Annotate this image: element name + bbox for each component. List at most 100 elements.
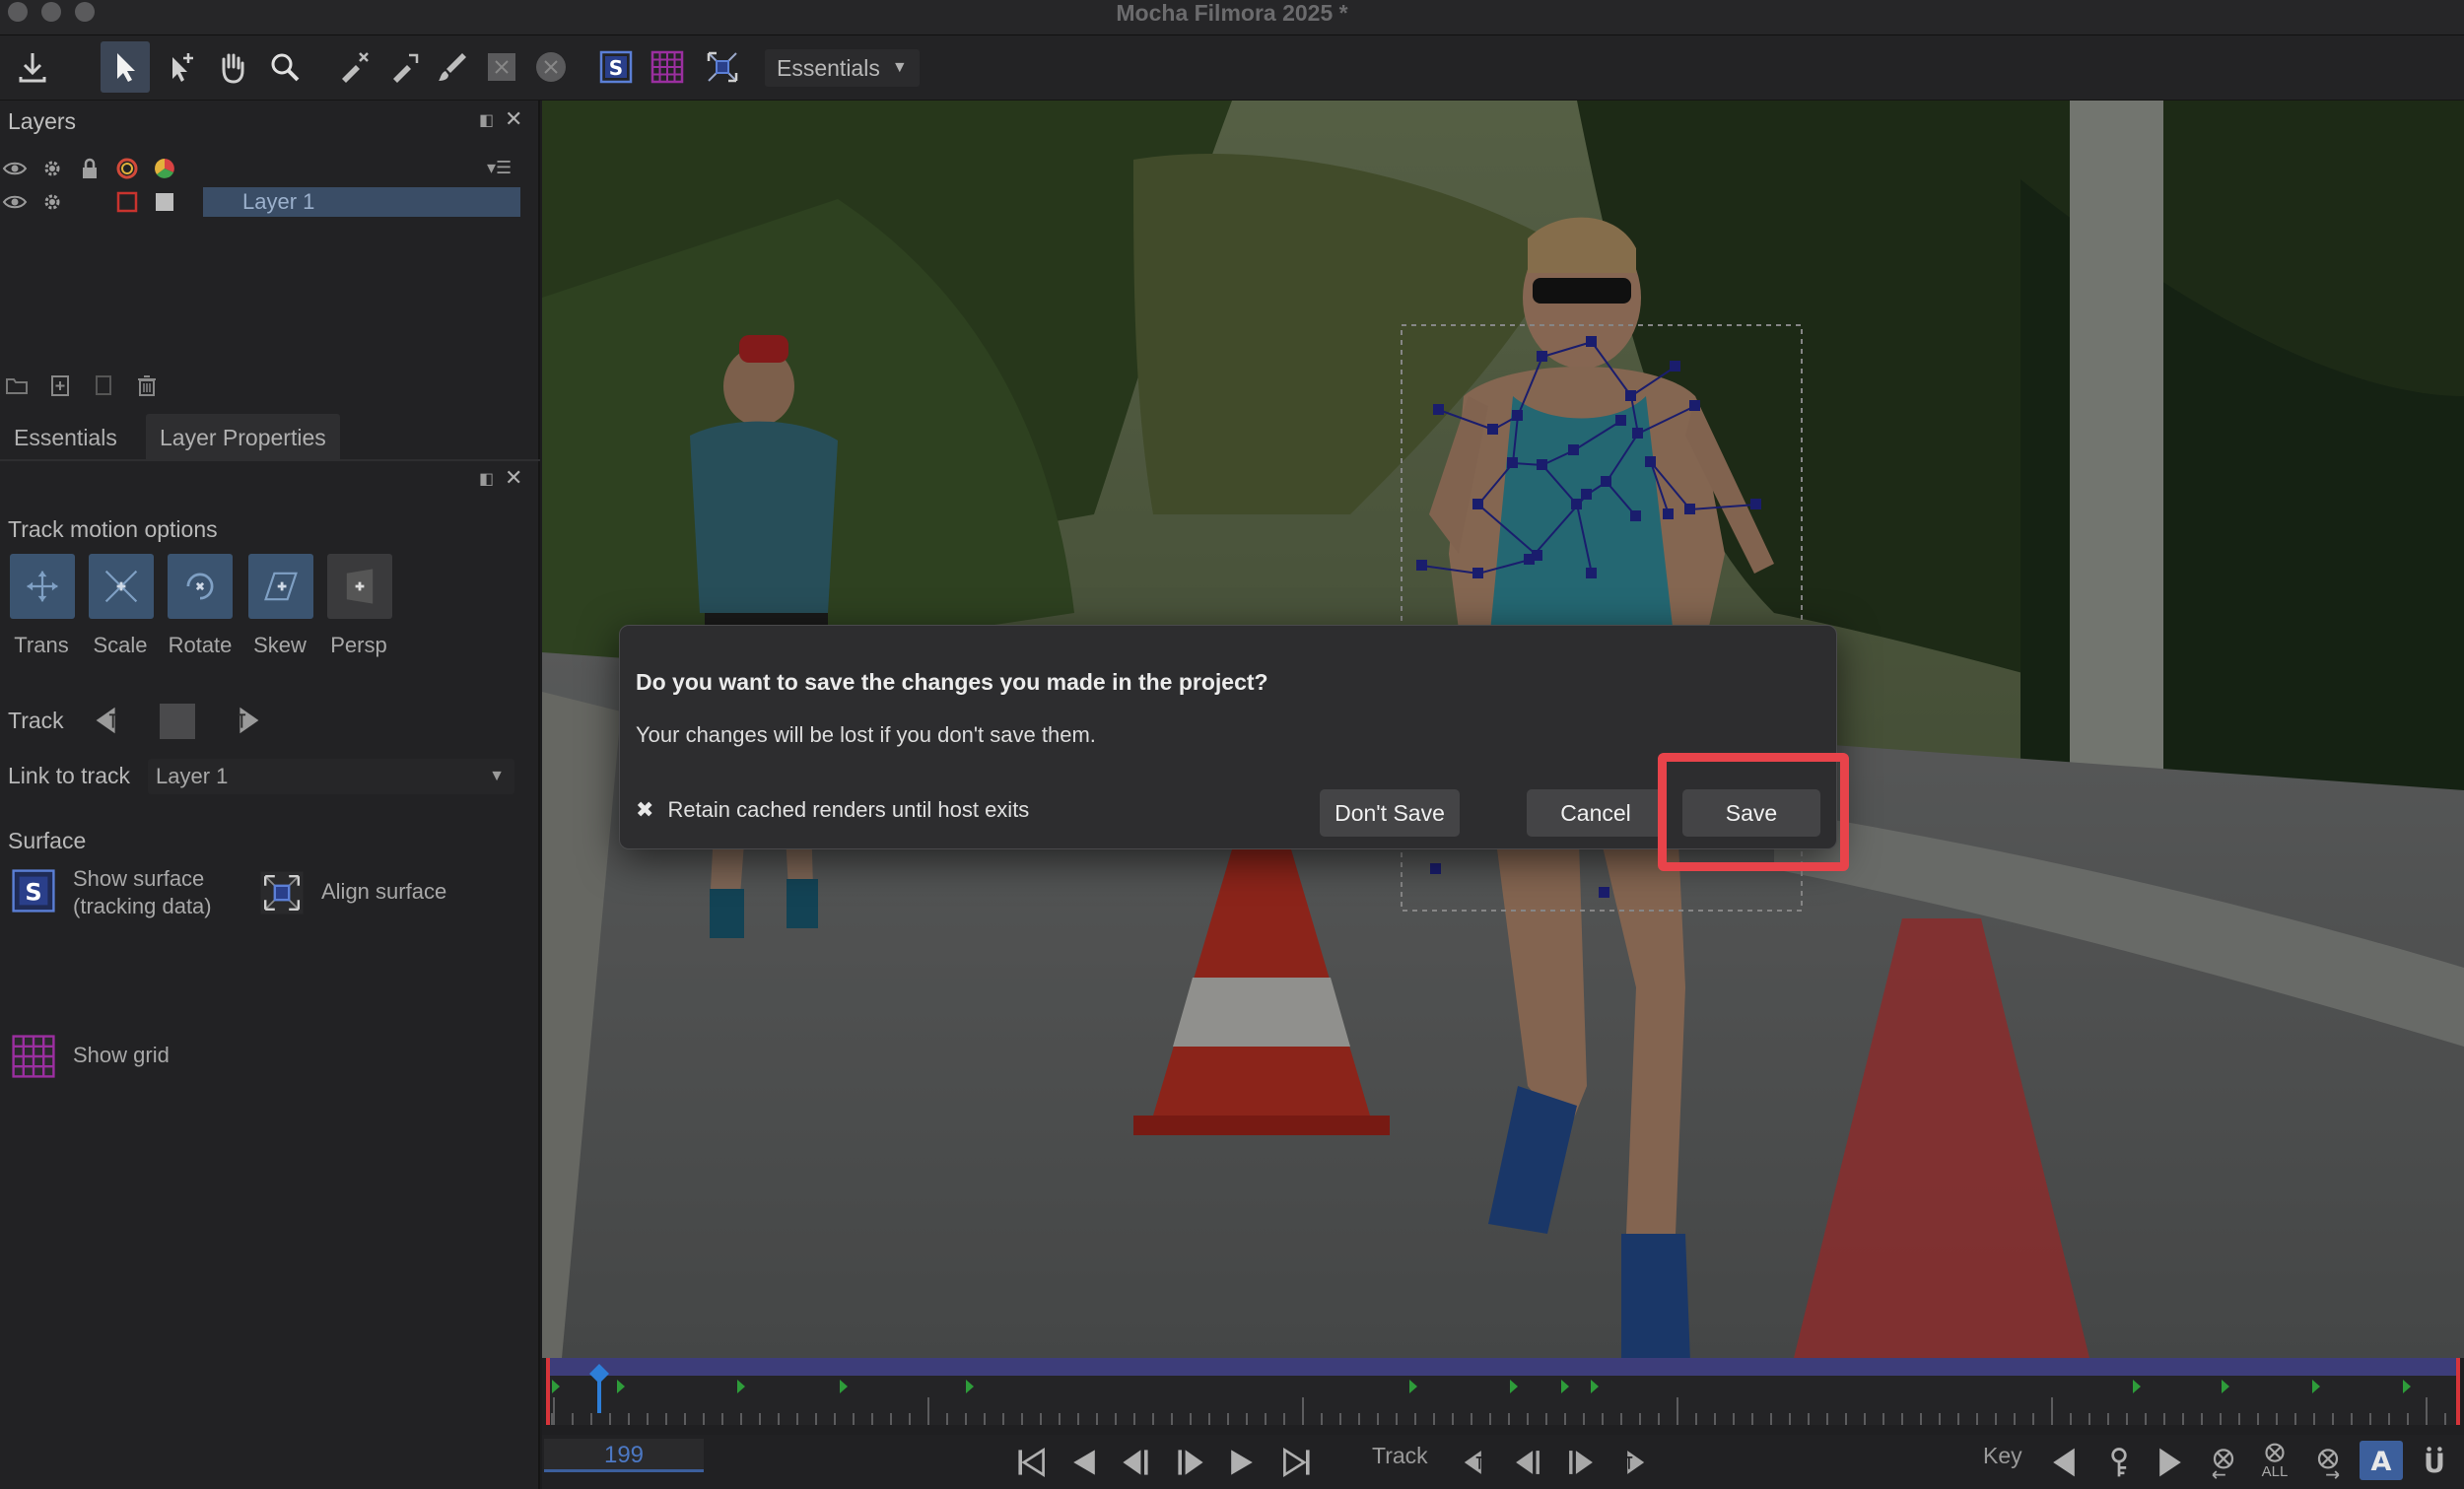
lock-icon[interactable] <box>77 156 103 181</box>
float-properties-icon[interactable]: ◧ <box>479 469 494 489</box>
chevron-down-icon: ▼ <box>891 59 908 76</box>
update-keyframe-button[interactable]: U <box>2413 1443 2456 1482</box>
add-point-tool-button[interactable] <box>156 41 205 93</box>
layer-menu-icon[interactable]: ▾☰ <box>487 158 512 178</box>
play-reverse-icon <box>1073 1450 1095 1475</box>
transport-track-step-forward-button[interactable] <box>1559 1443 1603 1482</box>
play-forwards-button[interactable] <box>1220 1443 1264 1482</box>
delete-all-keyframes-button[interactable]: ALL <box>2253 1441 2296 1480</box>
link-to-track-dropdown[interactable]: Layer 1 ▼ <box>148 759 514 794</box>
show-grid-button[interactable] <box>10 1033 57 1085</box>
delete-keyframe-left-button[interactable] <box>2202 1443 2245 1482</box>
layer-visibility-icon[interactable] <box>2 189 28 215</box>
add-layer-icon[interactable] <box>47 372 73 398</box>
ellipse-tool-button[interactable] <box>526 41 576 93</box>
dont-save-button[interactable]: Don't Save <box>1320 789 1460 837</box>
hand-icon <box>222 53 244 84</box>
save-changes-dialog: Do you want to save the changes you made… <box>619 625 1837 849</box>
trans-toggle-button[interactable] <box>10 554 75 619</box>
timeline-ruler[interactable] <box>542 1358 2464 1435</box>
brush-icon <box>439 53 466 81</box>
delete-keyframe-right-button[interactable] <box>2306 1443 2350 1482</box>
align-surface-button[interactable] <box>258 869 306 921</box>
link-to-track-label: Link to track <box>8 763 130 788</box>
select-tool-button[interactable] <box>101 41 150 93</box>
show-grid-toolbar-button[interactable] <box>643 41 692 93</box>
skew-toggle-button[interactable] <box>248 554 313 619</box>
arrow-pointer-icon <box>117 53 135 82</box>
update-u-icon: U <box>2424 1447 2445 1479</box>
stop-tracking-button[interactable] <box>160 704 195 739</box>
layer-matte-icon[interactable] <box>114 189 140 215</box>
layer-cog-icon[interactable] <box>39 189 65 215</box>
svg-text:U: U <box>2424 1449 2445 1479</box>
rotate-toggle-button[interactable] <box>168 554 233 619</box>
show-surface-toolbar-button[interactable]: S <box>591 41 641 93</box>
surface-title: Surface <box>8 828 87 853</box>
retain-cache-checkbox[interactable]: ✖ Retain cached renders until host exits <box>636 797 1029 823</box>
transport-track-backwards-button[interactable] <box>1453 1443 1496 1482</box>
step-forward-button[interactable] <box>1169 1443 1212 1482</box>
new-folder-icon[interactable] <box>4 372 30 398</box>
close-properties-icon[interactable]: ✕ <box>505 465 522 491</box>
download-icon <box>19 53 46 83</box>
skew-icon <box>264 572 298 601</box>
magnifier-icon <box>271 53 300 82</box>
layer-list-item[interactable]: Layer 1 <box>203 187 520 217</box>
transport-track-label: Track <box>1372 1443 1428 1468</box>
delete-keyframe-left-icon <box>2212 1449 2234 1479</box>
surface-s-icon: S <box>599 50 633 84</box>
add-keyframe-button[interactable] <box>2097 1443 2141 1482</box>
step-backward-button[interactable] <box>1114 1443 1157 1482</box>
delete-all-label: ALL <box>2261 1463 2289 1480</box>
next-keyframe-button[interactable] <box>2149 1443 2192 1482</box>
skew-label: Skew <box>253 633 307 657</box>
trash-icon[interactable] <box>134 372 160 398</box>
cancel-button[interactable]: Cancel <box>1527 789 1665 837</box>
transport-track-forwards-button[interactable] <box>1612 1443 1656 1482</box>
track-forwards-icon <box>238 707 259 734</box>
show-surface-button[interactable]: S <box>10 867 57 919</box>
align-surface-toolbar-button[interactable] <box>698 41 747 93</box>
play-backwards-button[interactable] <box>1062 1443 1106 1482</box>
main-toolbar: S Essentials ▼ <box>0 35 2464 101</box>
step-back-icon <box>1123 1450 1148 1475</box>
transport-track-step-back-button[interactable] <box>1506 1443 1549 1482</box>
grid-icon <box>650 50 684 84</box>
current-frame-field[interactable]: 199 <box>544 1439 704 1472</box>
visibility-eye-icon[interactable] <box>2 156 28 181</box>
prev-keyframe-button[interactable] <box>2042 1443 2086 1482</box>
cog-icon[interactable] <box>39 156 65 181</box>
bezier-tool-button[interactable] <box>380 41 430 93</box>
layer-row-controls <box>2 189 177 215</box>
track-forwards-button[interactable] <box>229 702 266 744</box>
scale-toggle-button[interactable] <box>89 554 154 619</box>
tab-essentials[interactable]: Essentials <box>0 414 131 461</box>
x-spline-tool-button[interactable] <box>329 41 378 93</box>
zoom-tool-button[interactable] <box>260 41 309 93</box>
track-step-back-icon <box>1516 1451 1540 1474</box>
layer-color-swatch-icon[interactable] <box>152 189 177 215</box>
rectangle-tool-button[interactable] <box>477 41 526 93</box>
go-to-start-button[interactable] <box>1009 1443 1053 1482</box>
surface-s-icon: S <box>12 869 55 913</box>
scale-label: Scale <box>93 633 148 657</box>
autokey-toggle-button[interactable]: A <box>2360 1441 2403 1480</box>
go-to-end-button[interactable] <box>1275 1443 1319 1482</box>
tab-layer-properties[interactable]: Layer Properties <box>146 414 340 461</box>
pan-tool-button[interactable] <box>207 41 256 93</box>
duplicate-layer-icon[interactable] <box>91 372 116 398</box>
retain-cache-label: Retain cached renders until host exits <box>667 797 1030 822</box>
save-project-button[interactable] <box>8 41 57 93</box>
brush-tool-button[interactable] <box>428 41 477 93</box>
layer-lock-placeholder[interactable] <box>77 189 103 215</box>
track-backwards-icon <box>1464 1451 1483 1474</box>
close-panel-icon[interactable]: ✕ <box>505 106 522 132</box>
workspace-dropdown-label: Essentials <box>777 54 880 81</box>
track-backwards-button[interactable] <box>89 702 126 744</box>
float-panel-icon[interactable]: ◧ <box>479 110 494 130</box>
workspace-dropdown[interactable]: Essentials ▼ <box>765 49 920 87</box>
matte-color-icon[interactable] <box>114 156 140 181</box>
persp-toggle-button[interactable] <box>327 554 392 619</box>
color-wheel-icon[interactable] <box>152 156 177 181</box>
